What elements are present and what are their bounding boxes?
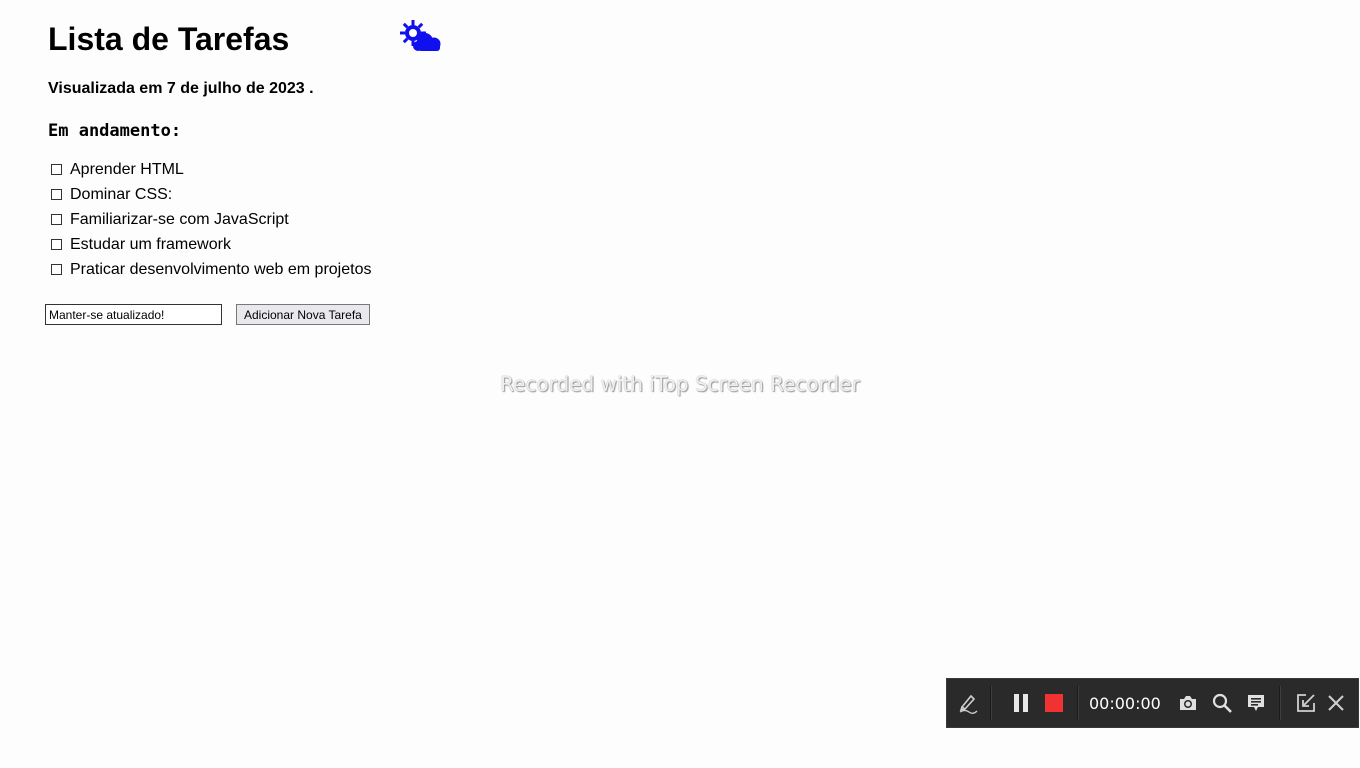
task-list: Aprender HTML Dominar CSS: Familiarizar-…: [51, 157, 371, 282]
task-item: Praticar desenvolvimento web em projetos: [51, 257, 371, 282]
task-label: Praticar desenvolvimento web em projetos: [70, 260, 372, 278]
camera-icon[interactable]: [1173, 688, 1203, 718]
task-item: Dominar CSS:: [51, 182, 371, 207]
toolbar-divider: [990, 686, 992, 720]
recorder-watermark: Recorded with iTop Screen Recorder: [500, 372, 860, 396]
page-title: Lista de Tarefas: [48, 21, 290, 57]
screen-recorder-toolbar: 00:00:00: [946, 678, 1359, 728]
zoom-icon[interactable]: [1207, 688, 1237, 718]
recording-timer: 00:00:00: [1089, 693, 1161, 713]
toolbar-divider: [1077, 686, 1079, 720]
task-checkbox[interactable]: [51, 239, 62, 250]
weather-sun-cloud-icon: [400, 20, 441, 51]
stop-icon[interactable]: [1039, 688, 1069, 718]
task-label: Dominar CSS:: [70, 185, 173, 203]
task-checkbox[interactable]: [51, 214, 62, 225]
task-checkbox[interactable]: [51, 164, 62, 175]
minimize-icon[interactable]: [1291, 688, 1321, 718]
task-item: Estudar um framework: [51, 232, 371, 257]
add-task-button[interactable]: Adicionar Nova Tarefa: [236, 304, 370, 325]
close-icon[interactable]: [1321, 688, 1351, 718]
toolbar-divider: [1278, 686, 1281, 720]
task-item: Familiarizar-se com JavaScript: [51, 207, 371, 232]
task-label: Familiarizar-se com JavaScript: [70, 210, 289, 228]
annotation-icon[interactable]: [1241, 688, 1271, 718]
task-checkbox[interactable]: [51, 264, 62, 275]
section-heading: Em andamento:: [48, 121, 182, 141]
new-task-input[interactable]: [45, 304, 222, 325]
task-label: Aprender HTML: [70, 160, 184, 178]
pause-icon[interactable]: [1006, 688, 1036, 718]
viewed-date-text: Visualizada em 7 de julho de 2023 .: [48, 80, 314, 97]
task-label: Estudar um framework: [70, 235, 231, 253]
pen-icon[interactable]: [953, 688, 983, 718]
task-item: Aprender HTML: [51, 157, 371, 182]
task-checkbox[interactable]: [51, 189, 62, 200]
